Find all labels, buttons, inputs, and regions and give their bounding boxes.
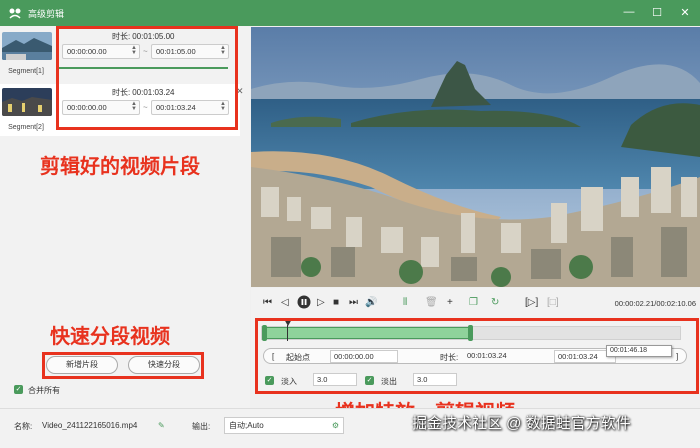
close-icon[interactable]: ✕ [678,4,692,20]
add-icon[interactable]: + [447,297,453,308]
stop-icon[interactable]: ■ [333,297,339,308]
annotation-box [255,318,699,394]
segment-thumbnail [2,88,52,116]
maximize-icon[interactable]: ☐ [650,4,664,20]
skip-end-icon[interactable]: ⏭ [349,297,358,308]
step-forward-icon[interactable]: ▷ [317,297,325,308]
settings-gear-icon[interactable]: ⚙ [332,418,339,433]
merge-all-label: 合并所有 [28,386,60,395]
window-title: 高级剪辑 [28,8,65,19]
annotation-label: 快速分段视频 [50,326,170,348]
file-name: Video_241122165016.mp4 [42,421,138,430]
player-controls: ⏮ ◁ ▷ ■ ⏭ 🔊 ⫴ 🗑 + ❐ ↻ [▷] [□] 00:00:02.2… [251,288,700,318]
split-icon[interactable]: ⫴ [403,297,407,308]
video-preview[interactable] [251,27,700,287]
edit-icon[interactable]: ✎ [158,421,165,430]
watermark: 掘金技术社区 @ 数据蛙官方软件 [412,415,631,432]
delete-icon[interactable]: 🗑 [425,297,438,308]
segment-thumbnail [2,32,52,60]
output-select[interactable]: 自动;Auto ⚙ [224,417,344,434]
annotation-label: 剪辑好的视频片段 [40,156,200,178]
name-label: 名称: [14,422,33,431]
mark-in-icon[interactable]: [▷] [525,297,538,308]
volume-icon[interactable]: 🔊 [365,297,377,308]
pause-icon[interactable] [297,295,311,312]
add-segment-button[interactable]: 新增片段 [46,356,118,374]
quick-split-button[interactable]: 快速分段 [128,356,200,374]
segment-panel: Segment[1] 时长: 00:01:05.00 00:00:00.00 ▲ ▼ … [0,26,250,408]
undo-icon[interactable]: ↻ [491,297,499,308]
app-logo-icon [6,4,24,22]
mark-out-icon[interactable]: [□] [547,297,559,308]
output-label: 输出: [192,422,211,431]
step-back-icon[interactable]: ◁ [281,297,289,308]
skip-start-icon[interactable]: ⏮ [263,297,272,308]
segment-label: Segment[2] [8,124,44,131]
merge-all-checkbox[interactable]: ✓ [14,385,23,394]
annotation-box [56,26,238,130]
copy-icon[interactable]: ❐ [469,297,478,308]
time-readout: 00:00:02.21/00:02:10.06 [614,299,696,308]
segment-label: Segment[1] [8,68,44,75]
title-bar: 高级剪辑 — ☐ ✕ [0,0,700,26]
minimize-icon[interactable]: — [622,4,636,20]
